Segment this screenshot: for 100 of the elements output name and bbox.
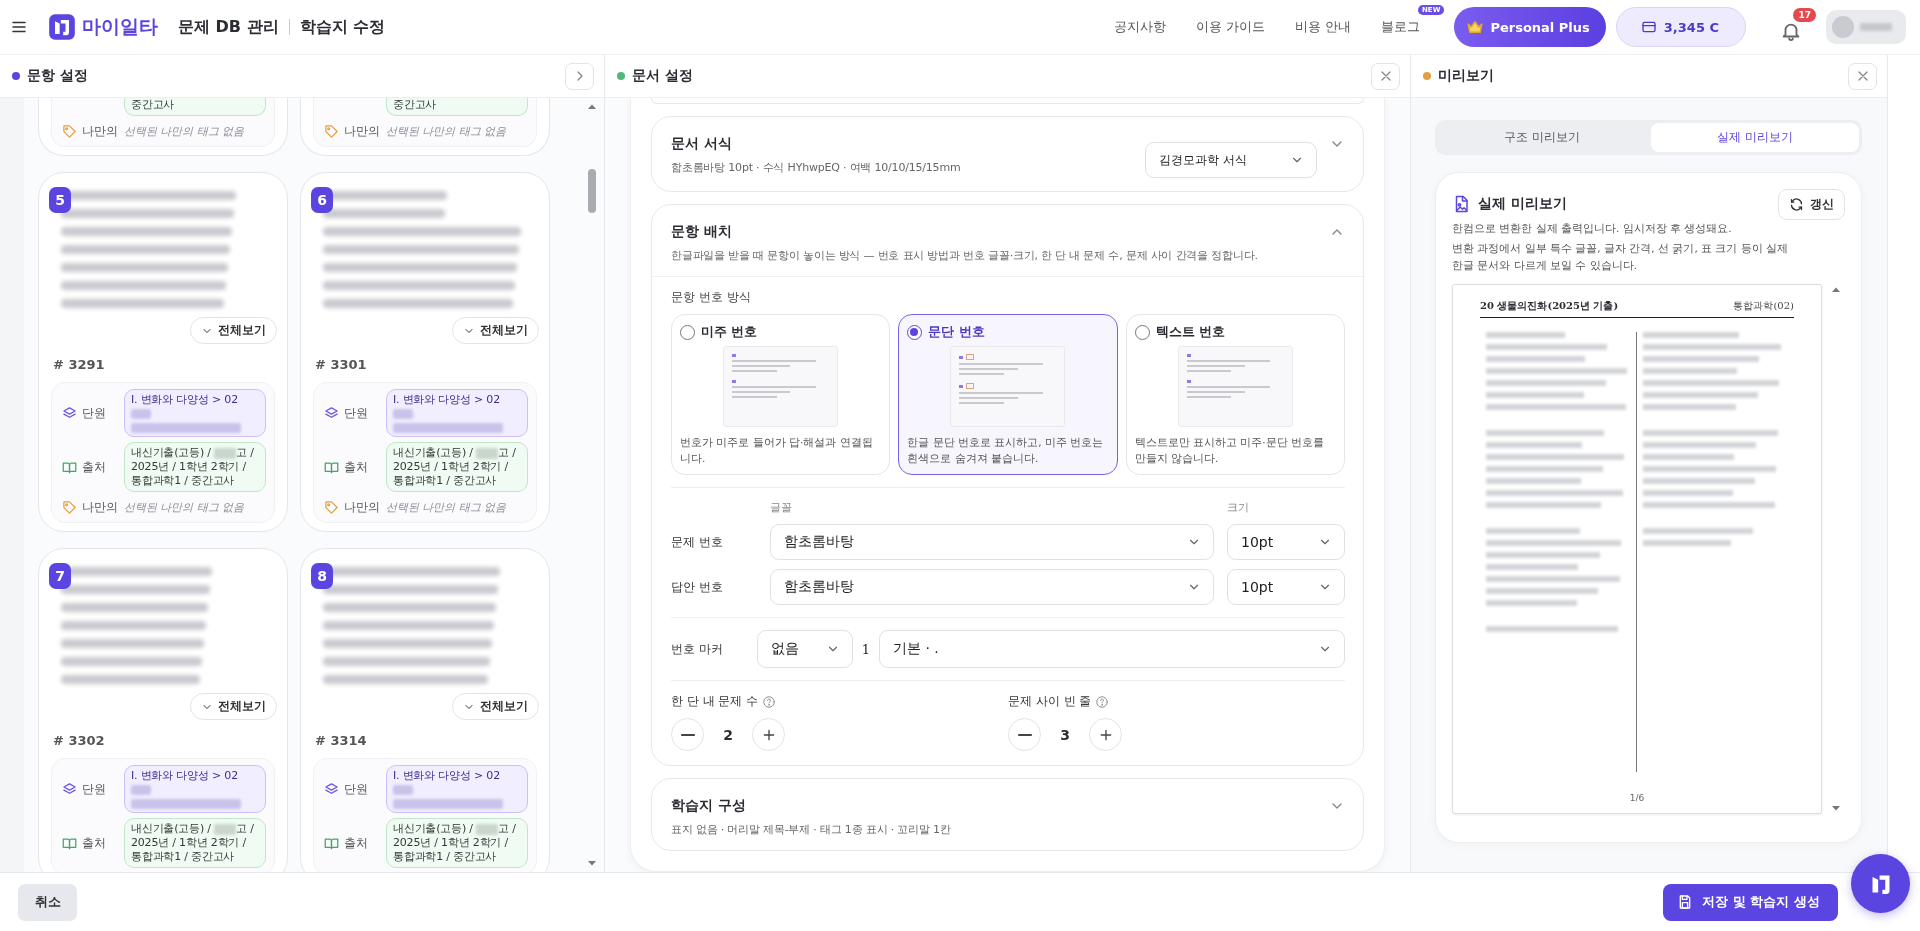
option-description: 한글 문단 번호로 표시하고, 미주 번호는 흰색으로 숨겨져 붙습니다.	[907, 435, 1105, 466]
field-label: 문제 사이 빈 줄	[1008, 693, 1092, 710]
field-label: 출처	[82, 458, 106, 476]
section-title: 문서 서식	[671, 135, 733, 153]
question-id: # 3301	[315, 357, 368, 372]
option-label: 미주 번호	[701, 324, 758, 341]
question-id: # 3314	[315, 733, 368, 748]
question-id: # 3291	[53, 357, 106, 372]
field-label: 출처	[344, 834, 368, 852]
question-number-badge: 6	[311, 187, 333, 213]
tag-icon	[324, 500, 339, 515]
field-label: 답안 번호	[671, 578, 724, 596]
question-id: # 3302	[53, 733, 106, 748]
field-label: 나만의	[344, 499, 380, 516]
size-select[interactable]: 10pt	[1227, 569, 1345, 605]
logo-link[interactable]: 마이일타	[48, 13, 158, 41]
field-label: 단원	[344, 780, 368, 798]
expand-button[interactable]: 전체보기	[452, 693, 539, 720]
avatar-icon	[1832, 16, 1854, 38]
nav-link[interactable]: 비용 안내	[1285, 18, 1362, 36]
question-number-badge: 7	[49, 563, 71, 589]
question-number-badge: 5	[49, 187, 71, 213]
tag-icon	[62, 124, 77, 139]
layers-icon	[62, 781, 77, 797]
font-select[interactable]: 함초롬바탕	[770, 524, 1214, 560]
numbering-option[interactable]: 텍스트 번호 텍스트로만 표시하고 미주·문단 번호를 만들지 않습니다.	[1125, 314, 1345, 475]
cancel-button[interactable]: 취소	[18, 883, 77, 921]
save-button[interactable]: 저장 및 학습지 생성	[1663, 883, 1838, 921]
tab[interactable]: 실제 미리보기	[1650, 123, 1859, 152]
decrease-button[interactable]	[1008, 718, 1041, 751]
field-label: 출처	[344, 458, 368, 476]
refresh-icon	[1789, 197, 1804, 212]
expand-button[interactable]: 전체보기	[190, 693, 277, 720]
column-header: 글꼴	[770, 500, 793, 515]
nav-link[interactable]: 이용 가이드	[1186, 18, 1276, 36]
status-dot	[617, 72, 625, 80]
scrollbar-thumb[interactable]	[588, 169, 596, 213]
option-description: 텍스트로만 표시하고 미주·문단 번호를 만들지 않습니다.	[1134, 435, 1325, 466]
field-label: 문항 번호 방식	[671, 289, 752, 306]
option-description: 번호가 미주로 들어가 답·해설과 연결됩니다.	[680, 435, 874, 466]
field-label: 출처	[82, 834, 106, 852]
field-label: 번호 마커	[671, 640, 724, 658]
section-summary: 함초롬바탕 10pt · 수식 HYhwpEQ · 여백 10/10/15/15mm	[671, 160, 962, 175]
format-select[interactable]: 기본 · .	[879, 630, 1345, 668]
source-tag: 내신기출(고등) / 고 / 2025년 / 1학년 2학기 / 통합과학1 / 중간고사	[386, 818, 528, 868]
decrease-button[interactable]	[671, 718, 704, 751]
nav-link[interactable]: 공지사항	[1104, 18, 1177, 36]
expand-button[interactable]: 전체보기	[452, 317, 539, 344]
book-icon	[62, 835, 77, 851]
source-tag: 중간고사	[124, 98, 266, 116]
empty-tags-note: 선택된 나만의 태그 없음	[386, 124, 507, 139]
marker-select[interactable]: 없음	[757, 630, 853, 668]
option-label: 텍스트 번호	[1155, 324, 1225, 341]
expand-button[interactable]: 전체보기	[190, 317, 277, 344]
field-label: 나만의	[344, 123, 380, 140]
layers-icon	[62, 405, 77, 421]
option-label: 문단 번호	[928, 324, 985, 341]
logo-icon	[48, 13, 76, 41]
panel-title: 미리보기	[1438, 67, 1494, 85]
section-title: 문항 배치	[671, 223, 733, 241]
numbering-option[interactable]: 문단 번호 한글 문단 번호로 표시하고, 미주 번호는 흰색으로 숨겨져 붙습니다.	[898, 314, 1118, 475]
credits-button[interactable]: 3,345 C	[1615, 7, 1746, 47]
book-icon	[324, 835, 339, 851]
section-summary: 표지 없음 · 머리말 제목-부제 · 태그 1종 표시 · 꼬리말 1칸	[671, 822, 952, 837]
layers-icon	[324, 405, 339, 421]
size-select[interactable]: 10pt	[1227, 524, 1345, 560]
book-icon	[324, 459, 339, 475]
notification-badge: 17	[1793, 8, 1816, 22]
font-select[interactable]: 함초롬바탕	[770, 569, 1214, 605]
panel-title: 문항 설정	[27, 67, 88, 85]
status-dot	[12, 72, 20, 80]
stepper-value: 3	[1059, 726, 1071, 743]
numbering-option[interactable]: 미주 번호 번호가 미주로 들어가 답·해설과 연결됩니다.	[671, 314, 891, 475]
status-dot	[1423, 72, 1431, 80]
help-icon[interactable]	[762, 694, 777, 709]
card-icon	[1640, 19, 1657, 35]
radio-button[interactable]	[680, 325, 695, 340]
section-title: 학습지 구성	[671, 797, 747, 815]
plan-button[interactable]: Personal Plus	[1454, 7, 1606, 47]
page-title: 문제 DB 관리	[178, 16, 279, 38]
layers-icon	[324, 781, 339, 797]
page-subtitle: 학습지 수정	[299, 16, 386, 38]
increase-button[interactable]	[752, 718, 785, 751]
preset-select[interactable]: 김경모과학 서식	[1145, 142, 1317, 178]
empty-tags-note: 선택된 나만의 태그 없음	[124, 500, 245, 515]
help-icon[interactable]	[1095, 694, 1110, 709]
source-tag: 내신기출(고등) / 고 / 2025년 / 1학년 2학기 / 통합과학1 / 중간고사	[124, 442, 266, 492]
tab[interactable]: 구조 미리보기	[1438, 123, 1647, 152]
notifications-button[interactable]: 17	[1776, 8, 1816, 46]
field-label: 단원	[82, 780, 106, 798]
panel-title: 문서 설정	[632, 67, 693, 85]
empty-tags-note: 선택된 나만의 태그 없음	[124, 124, 245, 139]
empty-tags-note: 선택된 나만의 태그 없음	[386, 500, 507, 515]
page-header-subject: 통합과학(02)	[1733, 299, 1794, 313]
field-label: 나만의	[82, 123, 118, 140]
radio-button[interactable]	[1134, 325, 1150, 340]
refresh-button[interactable]: 갱신	[1778, 189, 1845, 220]
source-tag: 중간고사	[386, 98, 528, 116]
radio-button[interactable]	[907, 325, 923, 340]
increase-button[interactable]	[1089, 718, 1122, 751]
